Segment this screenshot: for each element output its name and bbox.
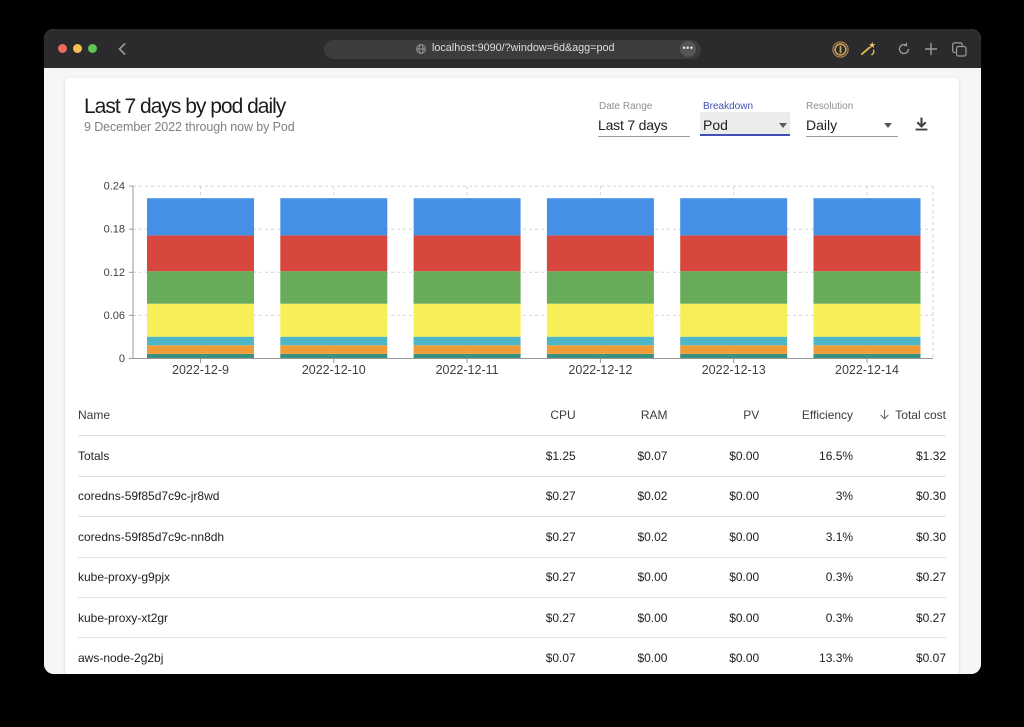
svg-text:0.18: 0.18 (104, 224, 125, 236)
svg-text:0: 0 (119, 353, 125, 365)
svg-text:2022-12-10: 2022-12-10 (302, 363, 366, 377)
svg-text:0.06: 0.06 (104, 310, 125, 322)
svg-text:2022-12-14: 2022-12-14 (835, 363, 899, 377)
svg-text:2022-12-11: 2022-12-11 (436, 363, 499, 377)
svg-text:2022-12-12: 2022-12-12 (568, 363, 632, 377)
svg-text:2022-12-13: 2022-12-13 (702, 363, 766, 377)
svg-text:0.12: 0.12 (104, 267, 125, 279)
svg-text:2022-12-9: 2022-12-9 (172, 363, 229, 377)
svg-text:0.24: 0.24 (104, 181, 125, 193)
